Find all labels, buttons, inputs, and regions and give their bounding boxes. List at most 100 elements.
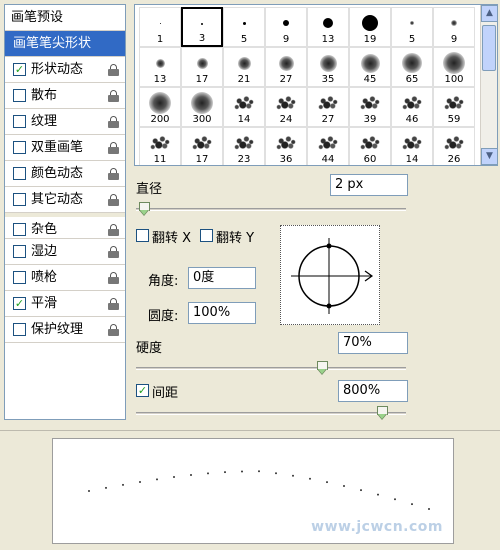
flip-x-checkbox[interactable] bbox=[136, 229, 149, 242]
brush-tip-tile[interactable]: 14 bbox=[223, 87, 265, 127]
lock-icon[interactable] bbox=[108, 194, 119, 206]
scroll-down-icon[interactable]: ▼ bbox=[481, 148, 497, 165]
lock-icon[interactable] bbox=[108, 64, 119, 76]
spacing-slider-track[interactable] bbox=[136, 412, 406, 415]
diameter-slider-thumb[interactable] bbox=[138, 202, 150, 217]
brush-presets-item[interactable]: 画笔预设 bbox=[5, 5, 125, 31]
spacing-slider-thumb[interactable] bbox=[376, 406, 388, 421]
option-checkbox[interactable] bbox=[13, 245, 26, 258]
option-checkbox[interactable] bbox=[13, 115, 26, 128]
brush-tip-tile[interactable]: 13 bbox=[139, 47, 181, 87]
spacing-field[interactable]: 800% bbox=[338, 380, 408, 402]
brush-tip-icon bbox=[224, 92, 264, 114]
hardness-field[interactable]: 70% bbox=[338, 332, 408, 354]
brush-tip-tile[interactable]: 21 bbox=[223, 47, 265, 87]
lock-icon[interactable] bbox=[108, 142, 119, 154]
brush-tip-tile[interactable]: 44 bbox=[307, 127, 349, 165]
brush-tip-tile[interactable]: 17 bbox=[181, 47, 223, 87]
brush-tip-tile[interactable]: 23 bbox=[223, 127, 265, 165]
option-item[interactable]: 喷枪 bbox=[5, 265, 125, 291]
option-label: 画笔笔尖形状 bbox=[13, 36, 92, 51]
option-item[interactable]: 杂色 bbox=[5, 213, 125, 239]
brush-tip-tile[interactable]: 65 bbox=[391, 47, 433, 87]
brush-tip-tile[interactable]: 36 bbox=[265, 127, 307, 165]
brush-tip-tile[interactable]: 60 bbox=[349, 127, 391, 165]
option-label: 保护纹理 bbox=[31, 322, 84, 337]
diameter-field[interactable]: 2 px bbox=[330, 174, 408, 196]
option-item[interactable]: 保护纹理 bbox=[5, 317, 125, 343]
option-item[interactable]: 其它动态 bbox=[5, 187, 125, 213]
lock-icon[interactable] bbox=[108, 116, 119, 128]
brush-tip-size: 1 bbox=[156, 34, 164, 45]
option-checkbox[interactable] bbox=[13, 193, 26, 206]
brush-tip-icon bbox=[350, 92, 390, 114]
option-checkbox[interactable] bbox=[13, 89, 26, 102]
brush-tip-tile[interactable]: 13 bbox=[307, 7, 349, 47]
lock-icon[interactable] bbox=[108, 272, 119, 284]
option-checkbox[interactable] bbox=[13, 167, 26, 180]
option-checkbox[interactable] bbox=[13, 223, 26, 236]
option-item[interactable]: 散布 bbox=[5, 83, 125, 109]
flip-y-checkbox[interactable] bbox=[200, 229, 213, 242]
lock-icon[interactable] bbox=[108, 168, 119, 180]
option-checkbox[interactable] bbox=[13, 271, 26, 284]
brush-tip-icon bbox=[266, 52, 306, 74]
option-checkbox[interactable] bbox=[13, 323, 26, 336]
roundness-field[interactable]: 100% bbox=[188, 302, 256, 324]
brush-tip-tile[interactable]: 35 bbox=[307, 47, 349, 87]
option-item[interactable]: 纹理 bbox=[5, 109, 125, 135]
spacing-checkbox[interactable]: ✓ bbox=[136, 384, 149, 397]
brush-tip-tile[interactable]: 300 bbox=[181, 87, 223, 127]
brush-tip-tile[interactable]: 45 bbox=[349, 47, 391, 87]
flip-x-label: 翻转 X bbox=[152, 231, 192, 246]
brush-tip-size: 5 bbox=[408, 34, 416, 45]
brush-tip-size: 9 bbox=[282, 34, 290, 45]
brush-tip-tile[interactable]: 39 bbox=[349, 87, 391, 127]
lock-icon[interactable] bbox=[108, 246, 119, 258]
preview-dot bbox=[258, 470, 260, 473]
lock-icon[interactable] bbox=[108, 298, 119, 310]
brush-tip-tile[interactable]: 24 bbox=[265, 87, 307, 127]
brush-tip-tile[interactable]: 17 bbox=[181, 127, 223, 165]
hardness-slider-track[interactable] bbox=[136, 367, 406, 370]
hardness-slider-thumb[interactable] bbox=[317, 361, 329, 376]
brush-tip-tile[interactable]: 5 bbox=[391, 7, 433, 47]
brush-tip-tile[interactable]: 27 bbox=[265, 47, 307, 87]
option-checkbox[interactable] bbox=[13, 141, 26, 154]
option-item[interactable]: ✓ 形状动态 bbox=[5, 57, 125, 83]
brush-grid-scrollbar[interactable]: ▲ ▼ bbox=[480, 5, 497, 165]
lock-icon[interactable] bbox=[108, 90, 119, 102]
brush-tip-tile[interactable]: 5 bbox=[223, 7, 265, 47]
brush-tip-tile[interactable]: 46 bbox=[391, 87, 433, 127]
brush-tip-tile[interactable]: 27 bbox=[307, 87, 349, 127]
brush-tip-icon bbox=[350, 132, 390, 154]
scroll-up-icon[interactable]: ▲ bbox=[481, 5, 497, 22]
brush-tip-tile[interactable]: 100 bbox=[433, 47, 475, 87]
brush-tip-tile[interactable]: 26 bbox=[433, 127, 475, 165]
option-item[interactable]: 画笔笔尖形状 bbox=[5, 31, 125, 57]
brush-tip-tile[interactable]: 1 bbox=[139, 7, 181, 47]
option-item[interactable]: 颜色动态 bbox=[5, 161, 125, 187]
brush-tip-tile[interactable]: 200 bbox=[139, 87, 181, 127]
lock-icon[interactable] bbox=[108, 224, 119, 236]
brush-tip-tile[interactable]: 19 bbox=[349, 7, 391, 47]
brush-tip-tile[interactable]: 9 bbox=[265, 7, 307, 47]
option-item[interactable]: 双重画笔 bbox=[5, 135, 125, 161]
brush-tip-tile[interactable]: 11 bbox=[139, 127, 181, 165]
diameter-slider-track[interactable] bbox=[136, 208, 406, 211]
option-checkbox[interactable]: ✓ bbox=[13, 297, 26, 310]
brush-tip-tile[interactable]: 3 bbox=[181, 7, 223, 47]
brush-tip-icon bbox=[140, 132, 180, 154]
angle-roundness-control[interactable] bbox=[280, 225, 380, 325]
brush-tip-size: 11 bbox=[153, 154, 167, 165]
brush-tip-tile[interactable]: 59 bbox=[433, 87, 475, 127]
scroll-thumb[interactable] bbox=[482, 25, 496, 71]
option-item[interactable]: 湿边 bbox=[5, 239, 125, 265]
option-item[interactable]: ✓ 平滑 bbox=[5, 291, 125, 317]
lock-icon[interactable] bbox=[108, 324, 119, 336]
angle-field[interactable]: 0度 bbox=[188, 267, 256, 289]
brush-tip-tile[interactable]: 14 bbox=[391, 127, 433, 165]
brush-tip-tile[interactable]: 9 bbox=[433, 7, 475, 47]
brush-tip-size: 100 bbox=[444, 74, 464, 85]
option-checkbox[interactable]: ✓ bbox=[13, 63, 26, 76]
